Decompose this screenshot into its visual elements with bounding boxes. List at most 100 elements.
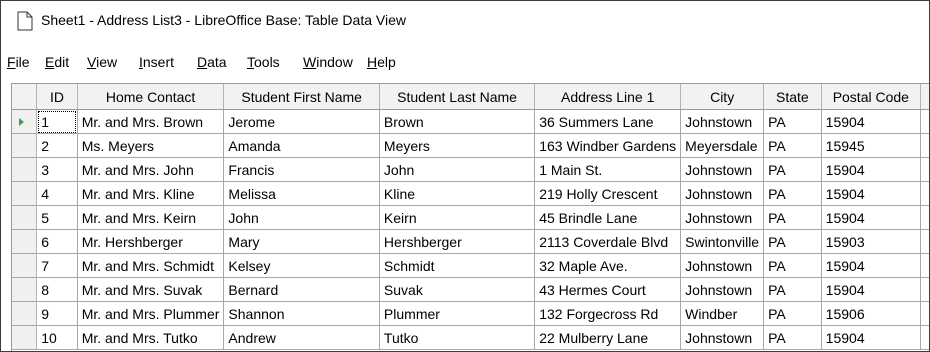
table-cell[interactable]: Kelsey [223,253,380,278]
table-cell[interactable]: 22 Mulberry Lane [534,325,682,350]
table-cell[interactable]: John [379,157,536,182]
table-row[interactable]: 4 Mr. and Mrs. Kline Melissa Kline 219 Holly… [12,181,929,206]
table-cell[interactable]: PA [763,325,822,350]
table-cell[interactable]: 8 [36,277,78,302]
table-cell[interactable]: Jerome [223,109,380,134]
table-cell[interactable]: Mr. and Mrs. Suvak [77,277,225,302]
column-header[interactable]: Postal Code [821,84,922,110]
column-header[interactable]: City [680,84,765,110]
table-cell[interactable]: Mr. Hershberger [77,229,225,254]
table-cell[interactable]: 15904 [821,205,922,230]
table-cell[interactable]: 9 [36,301,78,326]
table-cell[interactable]: Hershberger [379,229,536,254]
table-cell[interactable]: Johnstown [680,109,765,134]
table-cell[interactable]: Ms. Meyers [77,133,225,158]
table-cell[interactable]: Andrew [223,325,380,350]
table-row[interactable]: 6 Mr. Hershberger Mary Hershberger 2113 Cove… [12,229,929,254]
table-cell[interactable]: Melissa [223,181,380,206]
table-cell[interactable]: 15904 [821,325,922,350]
column-header[interactable]: Address Line 1 [534,84,682,110]
menu-tools[interactable]: Tools [247,54,280,70]
table-cell[interactable]: Mary [223,229,380,254]
table-cell[interactable]: Windber [680,301,765,326]
table-cell[interactable]: 163 Windber Gardens [534,133,682,158]
table-cell[interactable]: 15945 [821,133,922,158]
row-handle[interactable] [12,157,38,182]
table-cell[interactable]: PA [763,229,822,254]
table-cell[interactable]: PA [763,253,822,278]
row-handle[interactable] [12,301,38,326]
menu-insert[interactable]: Insert [139,54,174,70]
column-header[interactable]: State [763,84,822,110]
table-cell[interactable]: Brown [379,109,536,134]
table-cell[interactable]: Mr. and Mrs. Tutko [77,325,225,350]
column-header[interactable]: Student Last Name [379,84,536,110]
table-cell[interactable]: 15904 [821,253,922,278]
table-row[interactable]: 9 Mr. and Mrs. Plummer Shannon Plummer 132 F… [12,301,929,326]
select-all-corner[interactable] [12,84,38,110]
table-cell[interactable]: 1 [36,109,78,134]
column-header[interactable]: Home Contact [77,84,225,110]
table-data-grid[interactable]: ID Home Contact Student First Name Student … [11,83,929,351]
column-header[interactable]: Student First Name [223,84,380,110]
table-cell[interactable]: Mr. and Mrs. Plummer [77,301,225,326]
menu-data[interactable]: Data [197,54,227,70]
table-row[interactable]: 5 Mr. and Mrs. Keirn John Keirn 45 Brindle L… [12,205,929,230]
table-cell[interactable]: 10 [36,325,78,350]
table-cell[interactable]: 43 Hermes Court [534,277,682,302]
table-cell[interactable]: Meyersdale [680,133,765,158]
menu-help[interactable]: Help [367,54,396,70]
table-cell[interactable]: Suvak [379,277,536,302]
table-cell[interactable]: 36 Summers Lane [534,109,682,134]
table-cell[interactable]: Mr. and Mrs. Schmidt [77,253,225,278]
table-cell[interactable]: 15904 [821,277,922,302]
table-cell[interactable]: 15903 [821,229,922,254]
row-handle[interactable] [12,109,38,134]
table-row[interactable]: 2 Ms. Meyers Amanda Meyers 163 Windber Garde… [12,133,929,158]
table-cell[interactable]: PA [763,157,822,182]
table-cell[interactable]: 15906 [821,301,922,326]
row-handle[interactable] [12,277,38,302]
table-cell[interactable]: 2113 Coverdale Blvd [534,229,682,254]
table-cell[interactable]: Schmidt [379,253,536,278]
menu-edit[interactable]: Edit [45,54,69,70]
table-cell[interactable]: PA [763,301,822,326]
row-handle[interactable] [12,133,38,158]
table-cell[interactable]: 2 [36,133,78,158]
table-cell[interactable]: Shannon [223,301,380,326]
row-handle[interactable] [12,253,38,278]
table-cell[interactable]: 45 Brindle Lane [534,205,682,230]
table-row[interactable]: 1 Mr. and Mrs. Brown Jerome Brown 36 Summers… [12,109,929,134]
row-handle[interactable] [12,325,38,350]
row-handle[interactable] [12,181,38,206]
table-row[interactable]: 10 Mr. and Mrs. Tutko Andrew Tutko 22 Mulber… [12,325,929,350]
table-cell[interactable]: John [223,205,380,230]
table-row[interactable]: 3 Mr. and Mrs. John Francis John 1 Main St. J… [12,157,929,182]
table-cell[interactable]: PA [763,109,822,134]
table-row[interactable]: 8 Mr. and Mrs. Suvak Bernard Suvak 43 Hermes… [12,277,929,302]
table-cell[interactable]: PA [763,133,822,158]
table-cell[interactable]: Amanda [223,133,380,158]
column-header[interactable]: ID [36,84,78,110]
table-cell[interactable]: PA [763,277,822,302]
menu-window[interactable]: Window [303,54,353,70]
table-cell[interactable]: Francis [223,157,380,182]
table-cell[interactable]: Johnstown [680,253,765,278]
table-cell[interactable]: 15904 [821,181,922,206]
table-cell[interactable]: 32 Maple Ave. [534,253,682,278]
table-cell[interactable]: PA [763,181,822,206]
table-cell[interactable]: 219 Holly Crescent [534,181,682,206]
table-cell[interactable]: 1 Main St. [534,157,682,182]
table-cell[interactable]: Johnstown [680,157,765,182]
table-cell[interactable]: Bernard [223,277,380,302]
table-cell[interactable]: 3 [36,157,78,182]
table-cell[interactable]: Plummer [379,301,536,326]
table-cell[interactable]: Mr. and Mrs. Kline [77,181,225,206]
table-cell[interactable]: Keirn [379,205,536,230]
table-cell[interactable]: Johnstown [680,325,765,350]
table-cell[interactable]: 6 [36,229,78,254]
table-cell[interactable]: Mr. and Mrs. Keirn [77,205,225,230]
table-cell[interactable]: Tutko [379,325,536,350]
table-cell[interactable]: Johnstown [680,277,765,302]
table-cell[interactable]: Johnstown [680,181,765,206]
